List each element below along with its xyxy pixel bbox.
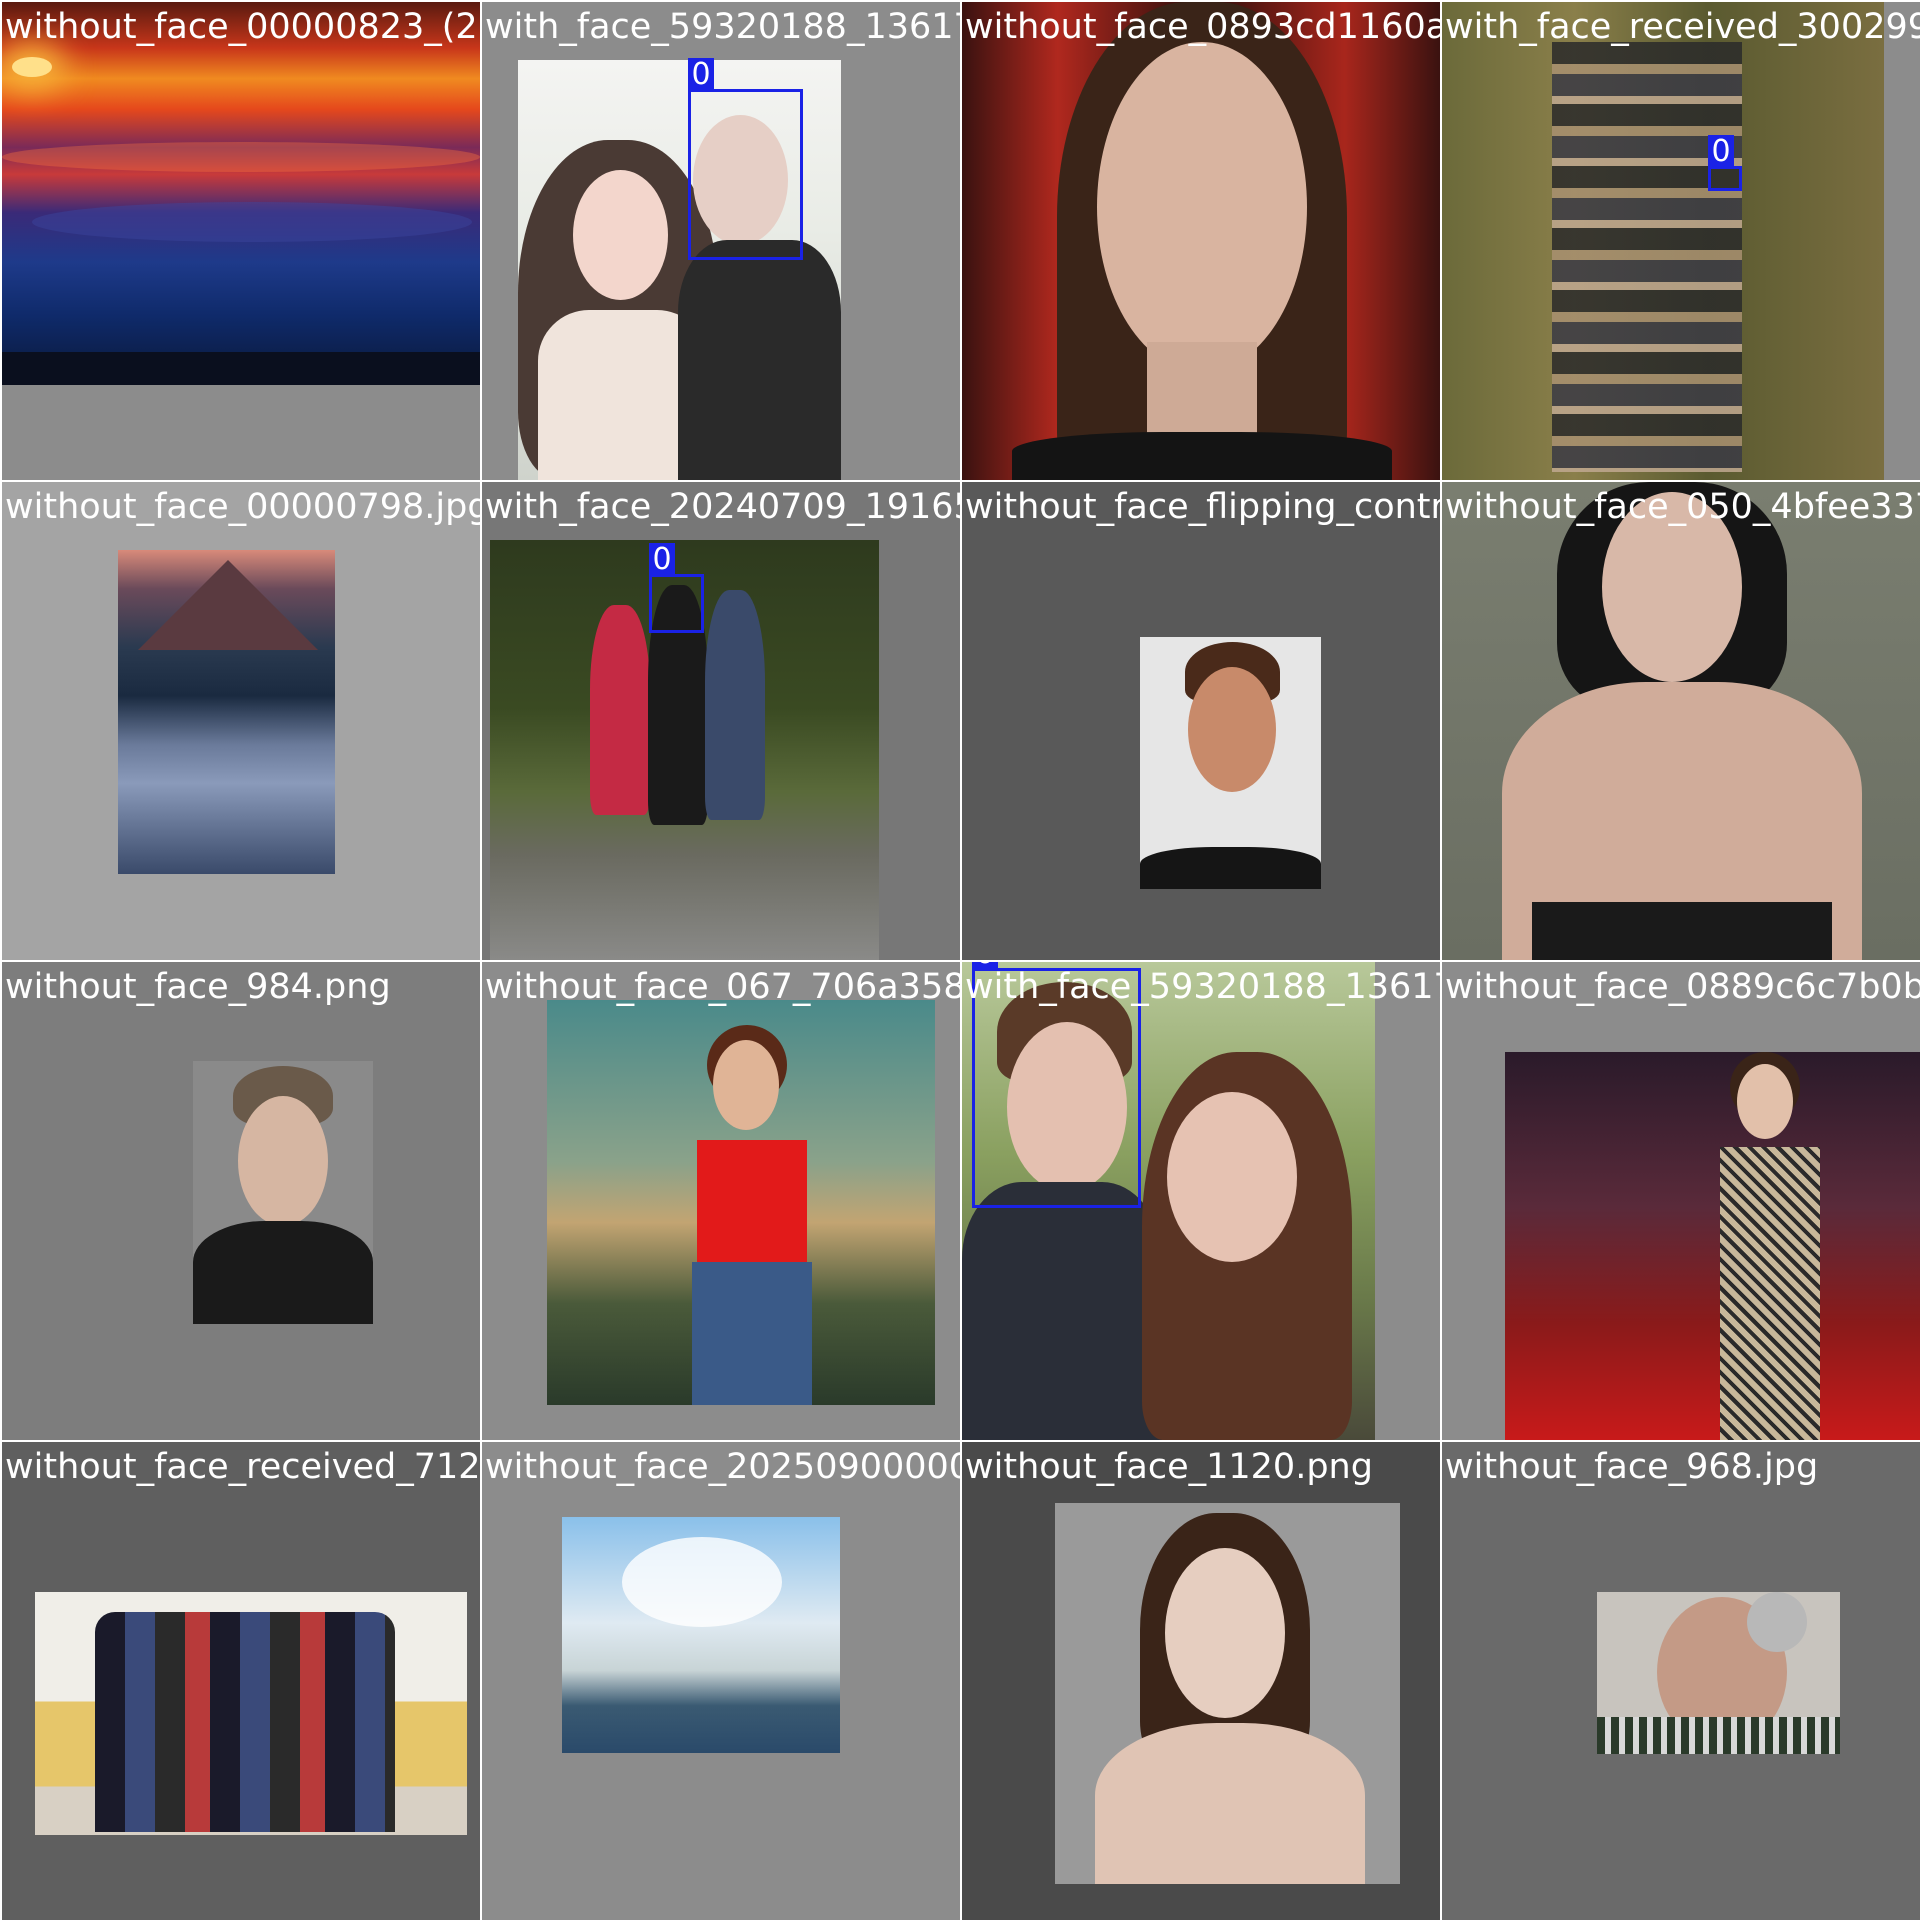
tile[interactable]: without_face_00000823_(2).jpg — [2, 2, 480, 480]
tile[interactable]: without_face_968.jpg — [1442, 1442, 1920, 1920]
person-face — [1167, 1092, 1297, 1262]
box-label: 0 — [1708, 135, 1734, 169]
person-body — [1095, 1723, 1365, 1884]
tile-image — [193, 1061, 373, 1324]
person-dress — [1720, 1147, 1820, 1440]
person-shirt — [1597, 1717, 1840, 1754]
tile[interactable]: 0 with_face_received_300299 — [1442, 2, 1920, 480]
person-face — [1188, 667, 1276, 792]
face-bounding-box[interactable]: 0 — [1708, 135, 1742, 191]
tile[interactable]: without_face_1120.png — [962, 1442, 1440, 1920]
person-face — [238, 1096, 328, 1226]
mountain — [138, 560, 318, 650]
person — [705, 590, 765, 820]
person-top — [697, 1140, 807, 1265]
person-body — [962, 1182, 1162, 1440]
tile[interactable]: 0 with_face_59320188_136170047731020_889… — [962, 962, 1440, 1440]
person-face — [1097, 42, 1307, 372]
box-label: 0 — [688, 58, 714, 92]
tile-caption: without_face_050_4bfee337 — [1445, 487, 1920, 527]
tile[interactable]: without_face_received_712224 — [2, 1442, 480, 1920]
tile-caption: with_face_20240709_191653 — [485, 487, 960, 527]
tile-image — [1055, 1503, 1400, 1884]
tile-image — [962, 2, 1440, 480]
tile-caption: without_face_received_712224 — [5, 1447, 480, 1487]
person — [590, 605, 650, 815]
tile-caption: without_face_968.jpg — [1445, 1447, 1819, 1487]
person-shirt — [1140, 847, 1321, 889]
cloud-band — [32, 202, 472, 242]
person-face — [713, 1040, 779, 1130]
tile-caption: without_face_067_706a358a — [485, 967, 960, 1007]
sun-glow — [12, 57, 52, 77]
treeline — [2, 352, 480, 385]
tile-caption: without_face_00000798.jpg — [5, 487, 480, 527]
tile[interactable]: without_face_984.png — [2, 962, 480, 1440]
cloud-band — [2, 142, 480, 172]
person-top — [1012, 432, 1392, 480]
tile-caption: without_face_984.png — [5, 967, 391, 1007]
tile[interactable]: without_face_0893cd1160a.jpg — [962, 2, 1440, 480]
tile-image — [562, 1517, 840, 1753]
tile[interactable]: without_face_00000798.jpg — [2, 482, 480, 960]
person-body — [678, 240, 841, 480]
tile-image — [1442, 2, 1884, 480]
tile-image — [1505, 1052, 1920, 1440]
cloud — [622, 1537, 782, 1627]
tile[interactable]: without_face_050_4bfee337 — [1442, 482, 1920, 960]
tile[interactable]: without_face_flipping_control_890.jpg — [962, 482, 1440, 960]
tile-image — [1442, 482, 1920, 960]
tile[interactable]: 0 with_face_59320188_136170047731020_689… — [482, 2, 960, 480]
tile-caption: with_face_received_300299 — [1445, 7, 1920, 47]
person-face — [1737, 1064, 1793, 1139]
person-jacket — [193, 1221, 373, 1324]
face-bounding-box[interactable]: 0 — [688, 58, 803, 260]
tile-caption: without_face_0893cd1160a.jpg — [965, 7, 1440, 47]
person-face — [1165, 1548, 1285, 1718]
tile[interactable]: 0 with_face_20240709_191653 — [482, 482, 960, 960]
tile-caption: with_face_59320188_136170047731020_68991… — [485, 7, 960, 47]
tile-caption: with_face_59320188_136170047731020_889c6… — [965, 967, 1440, 1007]
tile-caption: without_face_0889c6c7b0b2 — [1445, 967, 1920, 1007]
tile-caption: without_face_1120.png — [965, 1447, 1373, 1487]
tile-caption: without_face_20250900000832.jpg — [485, 1447, 960, 1487]
group — [95, 1612, 395, 1832]
tile-image — [118, 550, 335, 874]
tile-image — [1140, 637, 1321, 889]
tile-image — [35, 1592, 467, 1835]
tile-image — [547, 1000, 935, 1405]
tile[interactable]: without_face_0889c6c7b0b2 — [1442, 962, 1920, 1440]
tile-caption: without_face_flipping_control_890.jpg — [965, 487, 1440, 527]
person-hair — [1747, 1592, 1807, 1652]
crowd — [1552, 42, 1742, 472]
face-bounding-box[interactable]: 0 — [649, 543, 704, 633]
person-jeans — [692, 1262, 812, 1405]
tile-image — [2, 2, 480, 385]
tile-image — [1597, 1592, 1840, 1754]
person-top — [1532, 902, 1832, 960]
image-mosaic: without_face_00000823_(2).jpg 0 with_fac… — [0, 0, 1920, 1920]
box-label: 0 — [649, 543, 675, 577]
tile[interactable]: without_face_067_706a358a — [482, 962, 960, 1440]
person-face — [573, 170, 668, 300]
tile-caption: without_face_00000823_(2).jpg — [5, 7, 480, 47]
tile[interactable]: without_face_20250900000832.jpg — [482, 1442, 960, 1920]
